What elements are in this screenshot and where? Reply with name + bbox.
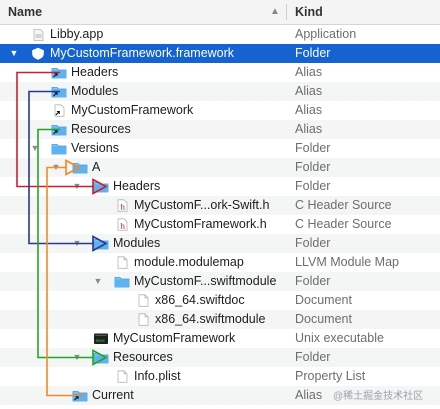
folder-icon [114,275,130,288]
framework-icon [30,47,46,60]
file-kind: Folder [295,46,331,60]
file-row-headers-folder[interactable]: ▼ Headers Folder [0,177,440,196]
file-name: Current [92,388,134,402]
column-divider[interactable] [286,4,287,20]
file-row-modulemap-file[interactable]: module.modulemap LLVM Module Map [0,253,440,272]
file-kind: Folder [295,274,331,288]
disclosure-triangle-icon[interactable]: ▼ [8,44,20,63]
file-kind: LLVM Module Map [295,255,399,269]
folder-alias-icon [72,389,88,402]
disclosure-triangle-icon[interactable]: ▼ [71,234,83,253]
document-icon [114,256,130,269]
file-kind: Alias [295,65,323,79]
disclosure-triangle-icon[interactable]: ▼ [71,348,83,367]
file-name: MyCustomFramework.framework [50,46,235,60]
file-row-info-plist[interactable]: Info.plist Property List [0,367,440,386]
file-kind: C Header Source [295,217,392,231]
file-name: x86_64.swiftdoc [155,293,245,307]
svg-text:exec: exec [96,338,106,343]
file-row-swift-header[interactable]: h MyCustomF...ork-Swift.h C Header Source [0,196,440,215]
file-kind: Folder [295,141,331,155]
header-file-icon: h [114,218,130,231]
document-icon [135,294,151,307]
file-row-framework-header[interactable]: h MyCustomFramework.h C Header Source [0,215,440,234]
column-header: Name ▲ Kind [0,0,440,25]
file-row-swiftmodule-folder[interactable]: ▼ MyCustomF...swiftmodule Folder [0,272,440,291]
header-file-icon: h [114,199,130,212]
file-name: MyCustomF...swiftmodule [134,274,277,288]
app-icon [30,28,46,41]
file-kind: Alias [295,84,323,98]
file-row-headers-alias[interactable]: Headers Alias [0,63,440,82]
file-name: Modules [113,236,161,250]
document-icon [114,370,130,383]
folder-icon [93,180,109,193]
file-kind: Unix executable [295,331,384,345]
svg-text:h: h [120,203,125,212]
file-row-swiftdoc-file[interactable]: x86_64.swiftdoc Document [0,291,440,310]
file-row-resources-folder[interactable]: ▼ Resources Folder [0,348,440,367]
folder-icon [93,351,109,364]
file-row-libby-app[interactable]: Libby.app Application [0,25,440,44]
disclosure-triangle-icon[interactable]: ▼ [50,158,62,177]
sort-ascending-icon[interactable]: ▲ [270,4,280,20]
file-kind: Folder [295,350,331,364]
file-row-x86-swiftmodule-file[interactable]: x86_64.swiftmodule Document [0,310,440,329]
file-name: A [92,160,101,174]
file-name: module.modulemap [134,255,244,269]
folder-icon [72,161,88,174]
name-column-header[interactable]: Name [8,0,42,24]
file-name: Resources [113,350,173,364]
disclosure-triangle-icon[interactable]: ▼ [29,139,41,158]
file-row-modules-alias[interactable]: Modules Alias [0,82,440,101]
folder-alias-icon [51,123,67,136]
file-row-a-folder[interactable]: ▼ A Folder [0,158,440,177]
file-kind: Folder [295,160,331,174]
file-row-unix-executable[interactable]: exec MyCustomFramework Unix executable [0,329,440,348]
file-kind: Folder [295,236,331,250]
file-kind: Alias [295,122,323,136]
file-name: MyCustomFramework.h [134,217,267,231]
file-row-versions-folder[interactable]: ▼ Versions Folder [0,139,440,158]
file-name: MyCustomF...ork-Swift.h [134,198,270,212]
file-name: Modules [71,84,119,98]
file-kind: Document [295,293,352,307]
folder-icon [51,142,67,155]
file-row-resources-alias[interactable]: Resources Alias [0,120,440,139]
file-name: Info.plist [134,369,181,383]
file-name: MyCustomFramework [71,103,194,117]
folder-icon [93,237,109,250]
file-kind: Document [295,312,352,326]
file-row-mycustomframework-framework[interactable]: ▼ MyCustomFramework.framework Folder [0,44,440,63]
file-kind: Application [295,27,357,41]
file-kind: Folder [295,179,331,193]
disclosure-triangle-icon[interactable]: ▼ [71,177,83,196]
exec-icon: exec [93,332,109,345]
file-name: x86_64.swiftmodule [155,312,266,326]
file-name: Resources [71,122,131,136]
file-kind: Property List [295,369,366,383]
folder-alias-icon [51,66,67,79]
disclosure-triangle-icon[interactable]: ▼ [92,272,104,291]
file-alias-icon [51,104,67,117]
file-row-modules-folder[interactable]: ▼ Modules Folder [0,234,440,253]
svg-text:h: h [120,222,125,231]
file-kind: C Header Source [295,198,392,212]
file-kind: Alias [295,103,323,117]
file-kind: Alias [295,388,323,402]
file-list: Libby.app Application ▼ MyCustomFramework.f… [0,25,440,405]
document-icon [135,313,151,326]
watermark: @稀土掘金技术社区 [333,391,424,402]
folder-alias-icon [51,85,67,98]
file-name: Headers [71,65,119,79]
file-name: Libby.app [50,27,104,41]
file-name: Versions [71,141,119,155]
kind-column-header[interactable]: Kind [295,0,323,24]
file-row-mycustomframework-alias[interactable]: MyCustomFramework Alias [0,101,440,120]
file-name: Headers [113,179,161,193]
file-name: MyCustomFramework [113,331,236,345]
